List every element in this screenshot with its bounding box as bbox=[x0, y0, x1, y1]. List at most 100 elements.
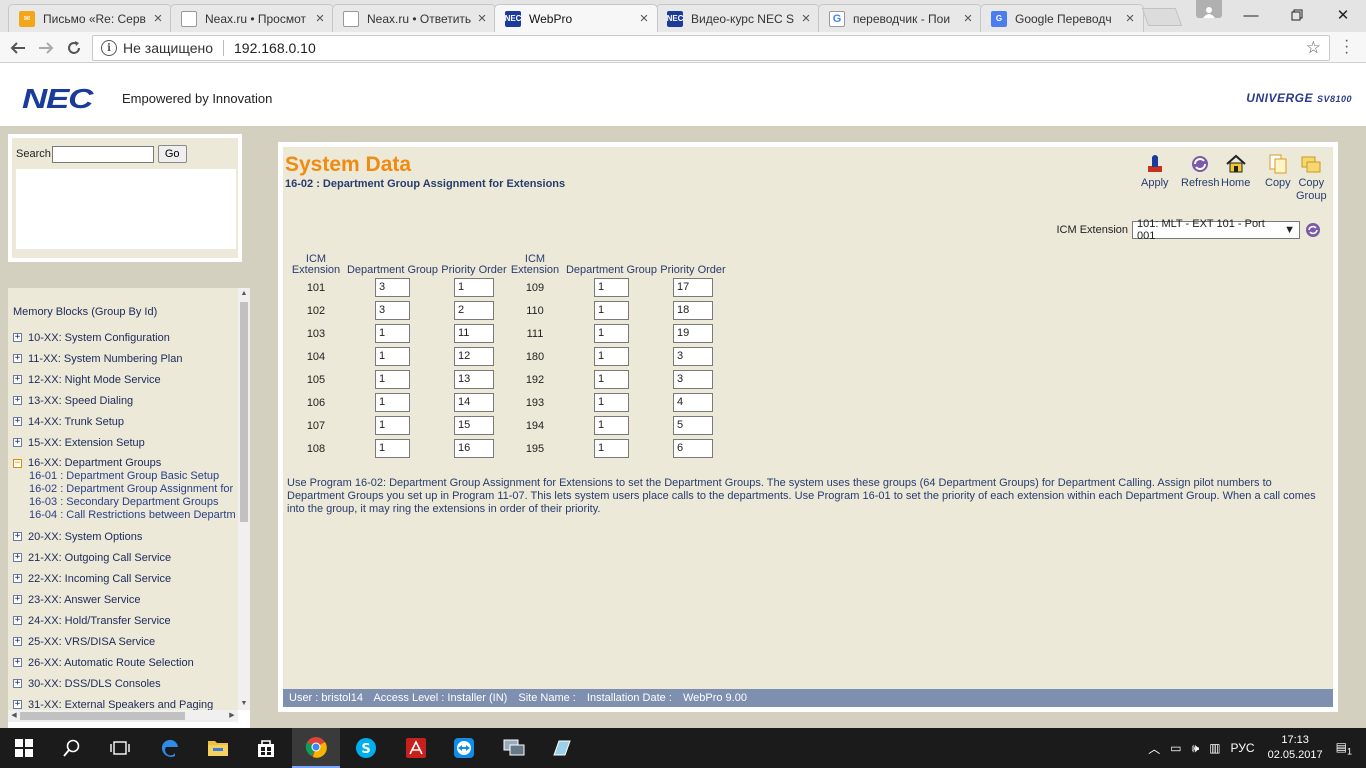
tree-node[interactable]: +12-XX: Night Mode Service bbox=[13, 369, 238, 390]
browser-tab[interactable]: NEC WebPro × bbox=[494, 4, 658, 32]
priority-order-input[interactable]: 11 bbox=[454, 324, 494, 343]
expand-icon[interactable]: + bbox=[13, 658, 22, 667]
tree-node[interactable]: +24-XX: Hold/Transfer Service bbox=[13, 610, 238, 631]
profile-icon[interactable] bbox=[1196, 0, 1222, 18]
tree-vertical-scrollbar[interactable]: ▲ ▼ bbox=[238, 288, 250, 710]
volume-icon[interactable]: 🕪 bbox=[1192, 741, 1200, 756]
scroll-right-arrow[interactable]: ▶ bbox=[226, 710, 238, 722]
browser-tab[interactable]: Gпереводчик - Пои × bbox=[818, 4, 982, 32]
address-bar[interactable]: i Не защищено 192.168.0.10 ☆ bbox=[92, 35, 1330, 61]
expand-icon[interactable]: + bbox=[13, 532, 22, 541]
department-group-input[interactable]: 1 bbox=[594, 439, 629, 458]
expand-icon[interactable]: + bbox=[13, 679, 22, 688]
tree-node[interactable]: +20-XX: System Options bbox=[13, 526, 238, 547]
expand-icon[interactable]: + bbox=[13, 616, 22, 625]
go-button[interactable]: Go bbox=[157, 145, 187, 163]
task-view-button[interactable] bbox=[96, 728, 144, 768]
tree-node[interactable]: +22-XX: Incoming Call Service bbox=[13, 568, 238, 589]
department-group-input[interactable]: 1 bbox=[375, 324, 410, 343]
expand-icon[interactable]: + bbox=[13, 553, 22, 562]
department-group-input[interactable]: 1 bbox=[594, 324, 629, 343]
language-indicator[interactable]: РУС bbox=[1231, 741, 1255, 755]
department-group-input[interactable]: 1 bbox=[375, 347, 410, 366]
minimize-button[interactable]: — bbox=[1228, 0, 1274, 30]
back-button[interactable] bbox=[6, 36, 30, 60]
tree-subitem[interactable]: 16-01 : Department Group Basic Setup bbox=[13, 470, 238, 483]
tree-node[interactable]: +31-XX: External Speakers and Paging bbox=[13, 694, 238, 710]
priority-order-input[interactable]: 15 bbox=[454, 416, 494, 435]
search-input[interactable] bbox=[51, 145, 154, 163]
priority-order-input[interactable]: 3 bbox=[673, 347, 713, 366]
network-icon[interactable]: ▥ bbox=[1209, 741, 1220, 755]
department-group-input[interactable]: 3 bbox=[375, 301, 410, 320]
home-button[interactable]: Home bbox=[1221, 153, 1250, 190]
close-tab-icon[interactable]: × bbox=[637, 10, 651, 27]
tree-node[interactable]: +23-XX: Answer Service bbox=[13, 589, 238, 610]
start-button[interactable] bbox=[0, 728, 48, 768]
expand-icon[interactable]: + bbox=[13, 637, 22, 646]
tree-subitem[interactable]: 16-03 : Secondary Department Groups bbox=[13, 496, 238, 509]
priority-order-input[interactable]: 6 bbox=[673, 439, 713, 458]
forward-button[interactable] bbox=[34, 36, 58, 60]
scroll-left-arrow[interactable]: ◀ bbox=[8, 710, 20, 722]
browser-menu-icon[interactable]: · · · bbox=[1344, 33, 1349, 61]
tree-subitem[interactable]: 16-04 : Call Restrictions between Depart… bbox=[13, 509, 238, 522]
tree-node[interactable]: +30-XX: DSS/DLS Consoles bbox=[13, 673, 238, 694]
department-group-input[interactable]: 1 bbox=[375, 370, 410, 389]
icm-extension-select[interactable]: 101: MLT - EXT 101 - Port 001 ▼ bbox=[1132, 218, 1300, 242]
reload-button[interactable] bbox=[62, 36, 86, 60]
expand-icon[interactable]: + bbox=[13, 595, 22, 604]
battery-icon[interactable]: ▭ bbox=[1170, 741, 1181, 755]
priority-order-input[interactable]: 14 bbox=[454, 393, 494, 412]
department-group-input[interactable]: 3 bbox=[375, 278, 410, 297]
collapse-icon[interactable]: − bbox=[13, 458, 22, 468]
expand-icon[interactable]: + bbox=[13, 333, 22, 342]
tree-node[interactable]: +26-XX: Automatic Route Selection bbox=[13, 652, 238, 673]
maximize-button[interactable] bbox=[1274, 0, 1320, 30]
teamviewer-button[interactable] bbox=[440, 728, 488, 768]
refresh-button[interactable]: Refresh bbox=[1181, 153, 1220, 190]
tree-node[interactable]: +14-XX: Trunk Setup bbox=[13, 411, 238, 432]
priority-order-input[interactable]: 12 bbox=[454, 347, 494, 366]
scroll-down-arrow[interactable]: ▼ bbox=[238, 698, 250, 710]
skype-button[interactable]: S bbox=[342, 728, 390, 768]
close-tab-icon[interactable]: × bbox=[799, 10, 813, 27]
chevron-up-icon[interactable]: ︿ bbox=[1148, 740, 1160, 757]
close-tab-icon[interactable]: × bbox=[961, 10, 975, 27]
close-tab-icon[interactable]: × bbox=[475, 10, 489, 27]
close-tab-icon[interactable]: × bbox=[1123, 10, 1137, 27]
app-button[interactable] bbox=[538, 728, 586, 768]
scroll-thumb-horizontal[interactable] bbox=[20, 712, 185, 720]
info-icon[interactable]: i bbox=[101, 40, 117, 56]
apply-button[interactable]: Apply bbox=[1141, 153, 1169, 190]
tree-node[interactable]: −16-XX: Department Groups bbox=[13, 456, 238, 470]
department-group-input[interactable]: 1 bbox=[594, 416, 629, 435]
close-window-button[interactable]: ✕ bbox=[1320, 0, 1366, 30]
store-button[interactable] bbox=[242, 728, 290, 768]
expand-icon[interactable]: + bbox=[13, 375, 22, 384]
search-taskbar-button[interactable] bbox=[48, 728, 96, 768]
expand-icon[interactable]: + bbox=[13, 396, 22, 405]
browser-tab[interactable]: Neax.ru • Ответить × bbox=[332, 4, 496, 32]
expand-icon[interactable]: + bbox=[13, 574, 22, 583]
priority-order-input[interactable]: 5 bbox=[673, 416, 713, 435]
expand-icon[interactable]: + bbox=[13, 417, 22, 426]
priority-order-input[interactable]: 13 bbox=[454, 370, 494, 389]
browser-tab[interactable]: NEC Видео-курс NEC S × bbox=[656, 4, 820, 32]
tree-node[interactable]: +15-XX: Extension Setup bbox=[13, 432, 238, 453]
department-group-input[interactable]: 1 bbox=[594, 347, 629, 366]
expand-icon[interactable]: + bbox=[13, 354, 22, 363]
copy-group-button[interactable]: Copy Group bbox=[1296, 153, 1327, 203]
tree-horizontal-scrollbar[interactable]: ◀ ▶ bbox=[8, 710, 238, 722]
browser-tab[interactable]: G Google Переводч × bbox=[980, 4, 1144, 32]
department-group-input[interactable]: 1 bbox=[594, 278, 629, 297]
close-tab-icon[interactable]: × bbox=[151, 10, 165, 27]
priority-order-input[interactable]: 4 bbox=[673, 393, 713, 412]
notifications-icon[interactable]: ▤1 bbox=[1336, 740, 1352, 756]
browser-tab[interactable]: ✉ Письмо «Re: Серв × bbox=[8, 4, 172, 32]
copy-button[interactable]: Copy bbox=[1265, 153, 1291, 190]
expand-icon[interactable]: + bbox=[13, 700, 22, 709]
expand-icon[interactable]: + bbox=[13, 438, 22, 447]
icm-refresh-icon[interactable] bbox=[1305, 222, 1321, 238]
chrome-button[interactable] bbox=[292, 728, 340, 768]
